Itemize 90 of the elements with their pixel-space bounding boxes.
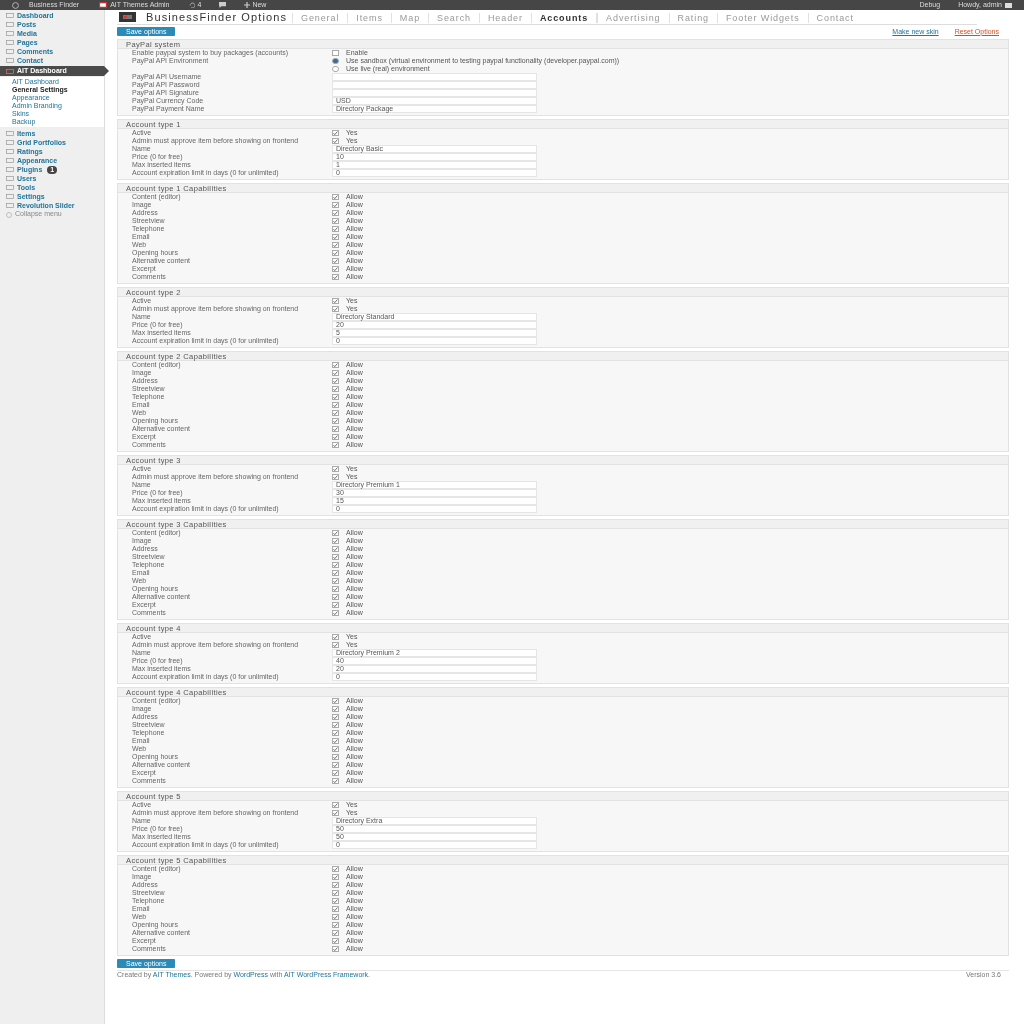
- tab[interactable]: Footer Widgets: [716, 13, 808, 23]
- checkbox[interactable]: [332, 930, 339, 936]
- checkbox[interactable]: [332, 906, 339, 912]
- pointer-icon: [104, 66, 109, 76]
- checkbox[interactable]: [332, 370, 339, 376]
- checkbox[interactable]: [332, 802, 339, 808]
- checkbox[interactable]: [332, 466, 339, 472]
- logo-icon: [99, 2, 108, 8]
- checkbox[interactable]: [332, 874, 339, 880]
- checkbox[interactable]: [332, 378, 339, 384]
- tab[interactable]: General: [292, 13, 348, 23]
- checkbox[interactable]: [332, 586, 339, 592]
- checkbox[interactable]: [332, 714, 339, 720]
- plus-icon: [244, 2, 251, 8]
- tab[interactable]: Contact: [807, 13, 862, 23]
- checkbox[interactable]: [332, 914, 339, 920]
- checkbox[interactable]: [332, 242, 339, 248]
- checkbox[interactable]: [332, 266, 339, 272]
- checkbox[interactable]: [332, 866, 339, 872]
- checkbox[interactable]: [332, 546, 339, 552]
- checkbox[interactable]: [332, 426, 339, 432]
- input-field[interactable]: [332, 89, 537, 97]
- checkbox[interactable]: [332, 410, 339, 416]
- checkbox[interactable]: [332, 762, 339, 768]
- checkbox[interactable]: [332, 770, 339, 776]
- checkbox[interactable]: [332, 274, 339, 280]
- tab[interactable]: Items: [347, 13, 391, 23]
- checkbox[interactable]: [332, 922, 339, 928]
- checkbox[interactable]: [332, 570, 339, 576]
- tab[interactable]: Accounts: [530, 13, 598, 23]
- checkbox[interactable]: [332, 946, 339, 952]
- checkbox[interactable]: [332, 594, 339, 600]
- checkbox[interactable]: [332, 730, 339, 736]
- checkbox[interactable]: [332, 50, 339, 56]
- checkbox[interactable]: [332, 754, 339, 760]
- checkbox[interactable]: [332, 898, 339, 904]
- checkbox[interactable]: [332, 218, 339, 224]
- checkbox[interactable]: [332, 602, 339, 608]
- updates-icon: [189, 2, 196, 8]
- checkbox[interactable]: [332, 386, 339, 392]
- checkbox[interactable]: [332, 698, 339, 704]
- checkbox[interactable]: [332, 890, 339, 896]
- checkbox[interactable]: [332, 554, 339, 560]
- checkbox[interactable]: [332, 706, 339, 712]
- checkbox[interactable]: [332, 738, 339, 744]
- page-title: BusinessFinder Options: [146, 11, 288, 23]
- input-field[interactable]: [332, 81, 537, 89]
- tab[interactable]: Header: [478, 13, 531, 23]
- checkbox[interactable]: [332, 250, 339, 256]
- checkbox[interactable]: [332, 130, 339, 136]
- checkbox[interactable]: [332, 642, 339, 648]
- checkbox[interactable]: [332, 298, 339, 304]
- checkbox[interactable]: [332, 362, 339, 368]
- checkbox[interactable]: [332, 634, 339, 640]
- checkbox[interactable]: [332, 938, 339, 944]
- checkbox[interactable]: [332, 562, 339, 568]
- checkbox[interactable]: [332, 258, 339, 264]
- checkbox[interactable]: [332, 402, 339, 408]
- checkbox[interactable]: [332, 138, 339, 144]
- checkbox[interactable]: [332, 746, 339, 752]
- checkbox[interactable]: [332, 722, 339, 728]
- checkbox[interactable]: [332, 194, 339, 200]
- checkbox[interactable]: [332, 882, 339, 888]
- logo-icon: [119, 12, 136, 22]
- comment-bubble-icon: [219, 2, 227, 8]
- checkbox[interactable]: [332, 538, 339, 544]
- tab[interactable]: Map: [390, 13, 429, 23]
- checkbox[interactable]: [332, 610, 339, 616]
- checkbox[interactable]: [332, 474, 339, 480]
- checkbox[interactable]: [332, 530, 339, 536]
- tab[interactable]: Rating: [668, 13, 717, 23]
- checkbox[interactable]: [332, 234, 339, 240]
- checkbox[interactable]: [332, 306, 339, 312]
- checkbox[interactable]: [332, 418, 339, 424]
- radio-button[interactable]: [332, 58, 339, 64]
- checkbox[interactable]: [332, 394, 339, 400]
- checkbox[interactable]: [332, 578, 339, 584]
- tab[interactable]: Advertising: [597, 13, 669, 23]
- checkbox[interactable]: [332, 226, 339, 232]
- checkbox[interactable]: [332, 210, 339, 216]
- input-field[interactable]: [332, 73, 537, 81]
- avatar-icon: [1005, 2, 1012, 8]
- checkbox[interactable]: [332, 810, 339, 816]
- circle-icon: [6, 211, 12, 218]
- checkbox[interactable]: [332, 442, 339, 448]
- checkbox[interactable]: [332, 202, 339, 208]
- radio-button[interactable]: [332, 66, 339, 72]
- tab[interactable]: Search: [428, 13, 479, 23]
- checkbox[interactable]: [332, 778, 339, 784]
- checkbox[interactable]: [332, 434, 339, 440]
